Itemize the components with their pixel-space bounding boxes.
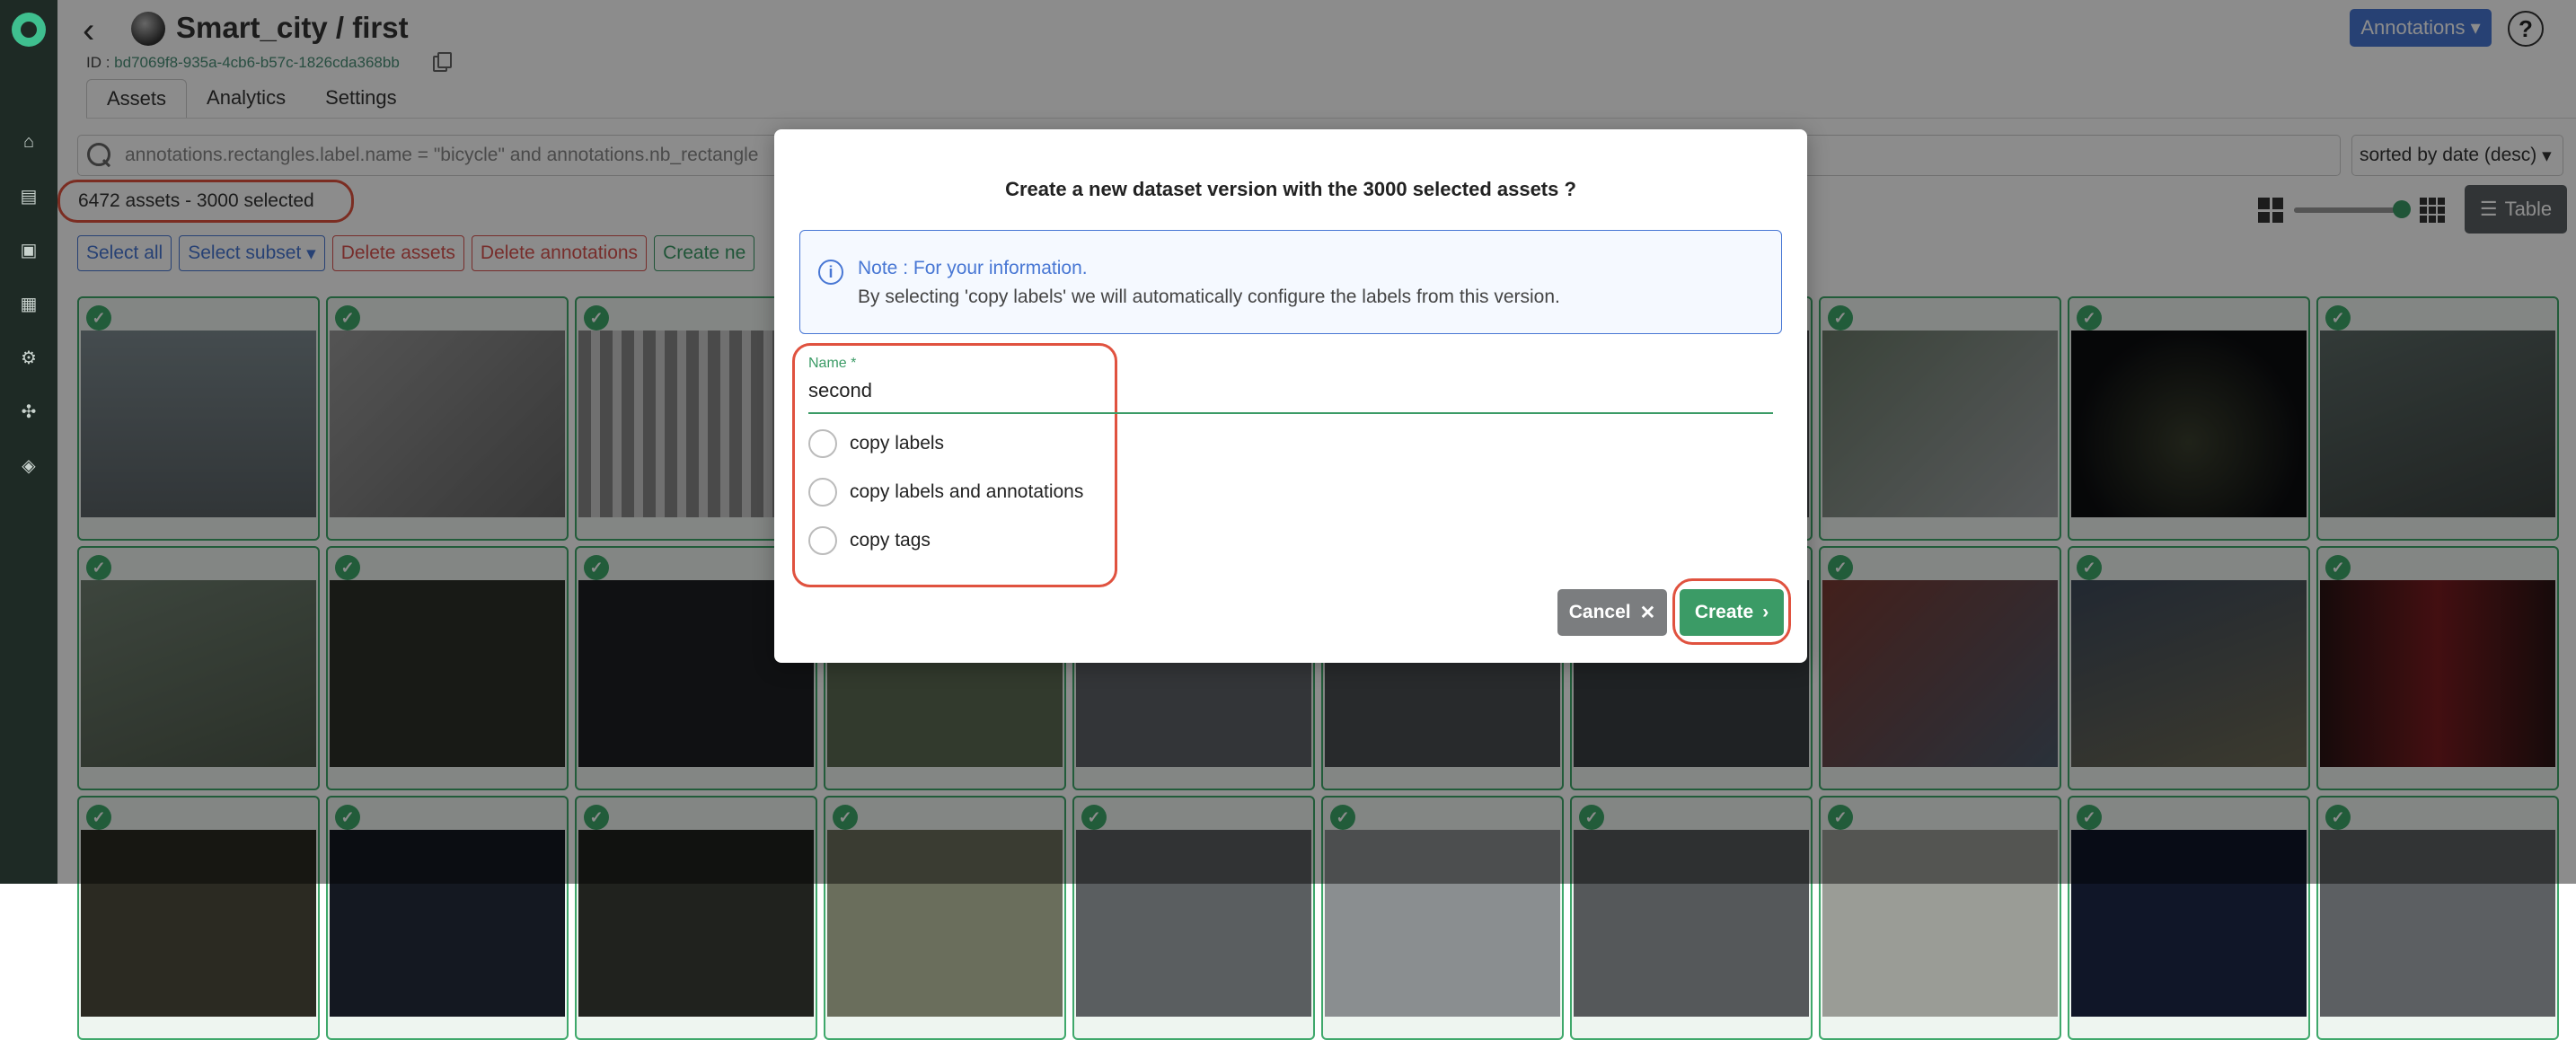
copy-tags-option[interactable]: copy tags xyxy=(808,526,931,555)
close-icon: ✕ xyxy=(1639,602,1656,623)
info-icon: i xyxy=(818,260,843,285)
option-label: copy tags xyxy=(850,530,931,551)
info-note: i Note : For your information. By select… xyxy=(799,230,1782,334)
experiments-icon[interactable]: ▦ xyxy=(18,293,40,314)
option-label: copy labels xyxy=(850,433,945,454)
sidebar: ⌂ ▤ ▣ ▦ ⚙ ✣ ◈ xyxy=(0,0,57,884)
radio-button[interactable] xyxy=(808,526,837,555)
images-icon[interactable]: ▣ xyxy=(18,239,40,260)
create-version-dialog: Create a new dataset version with the 30… xyxy=(774,129,1807,663)
cancel-button[interactable]: Cancel ✕ xyxy=(1557,589,1667,636)
dialog-title: Create a new dataset version with the 30… xyxy=(1005,178,1576,200)
option-label: copy labels and annotations xyxy=(850,481,1084,502)
name-field[interactable]: second xyxy=(808,379,872,402)
create-label: Create xyxy=(1694,602,1754,622)
registry-icon[interactable]: ◈ xyxy=(18,454,40,476)
name-field-underline xyxy=(808,412,1773,414)
models-icon[interactable]: ✣ xyxy=(18,401,40,422)
app-logo[interactable] xyxy=(12,13,46,47)
radio-button[interactable] xyxy=(808,429,837,458)
chevron-right-icon: › xyxy=(1762,602,1769,622)
copy-labels-option[interactable]: copy labels xyxy=(808,429,944,458)
create-button[interactable]: Create › xyxy=(1680,589,1784,636)
copy-labels-annotations-option[interactable]: copy labels and annotations xyxy=(808,478,1083,507)
note-text: By selecting 'copy labels' we will autom… xyxy=(858,286,1560,307)
home-icon[interactable]: ⌂ xyxy=(18,131,40,153)
deployment-icon[interactable]: ⚙ xyxy=(18,347,40,368)
name-field-label: Name * xyxy=(808,356,857,371)
cancel-label: Cancel xyxy=(1568,602,1631,622)
note-title: Note : For your information. xyxy=(858,258,1088,278)
radio-button[interactable] xyxy=(808,478,837,507)
datalake-icon[interactable]: ▤ xyxy=(18,185,40,207)
